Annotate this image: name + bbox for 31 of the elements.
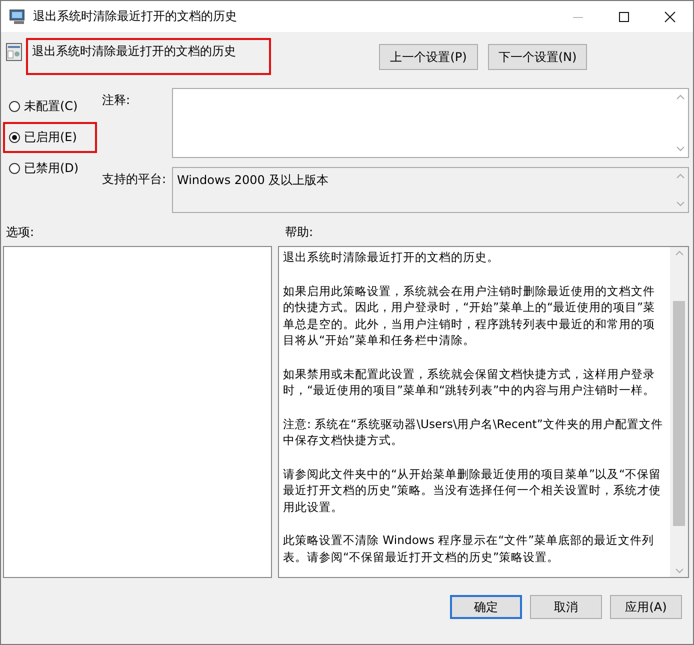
- radio-option[interactable]: 未配置(C): [9, 98, 78, 115]
- pane-label: 选项:: [5, 224, 36, 240]
- nav-button[interactable]: 上一个设置(P): [379, 44, 478, 70]
- scroll-down-icon[interactable]: [676, 146, 684, 152]
- settings-page-icon: [6, 43, 22, 61]
- field-label: 注释:: [101, 92, 132, 109]
- scroll-down-icon[interactable]: [674, 568, 684, 574]
- help-paragraph: 注意: 系统在“系统驱动器\Users\用户名\Recent”文件夹的用户配置文件中保存文档快捷方式。: [283, 416, 664, 448]
- field-label: 支持的平台:: [101, 171, 168, 188]
- platform-field: Windows 2000 及以上版本: [172, 167, 689, 213]
- window-title: 退出系统时清除最近打开的文档的历史: [33, 8, 238, 25]
- scroll-up-icon[interactable]: [676, 94, 684, 100]
- help-paragraph: 请参阅此文件夹中的“从开始菜单删除最近使用的项目菜单”以及“不保留最近打开文档的历史”策略。当没有选择任何一个相关设置时，系统才使用此设置。: [283, 466, 662, 515]
- scroll-up-icon[interactable]: [676, 173, 684, 179]
- scroll-down-icon[interactable]: [676, 201, 684, 207]
- nav-button[interactable]: 下一个设置(N): [488, 44, 587, 70]
- dialog-button[interactable]: 确定: [450, 595, 522, 619]
- setting-title: 退出系统时清除最近打开的文档的历史: [32, 44, 236, 58]
- scroll-up-icon[interactable]: [674, 250, 684, 256]
- help-paragraph: 如果启用此策略设置，系统就会在用户注销时删除最近使用的文档文件的快捷方式。因此，用户登录时，“开始”菜单上的“最近使用的项目”菜单总是空的。此外，当用户注销时，程序跳转列表中最近的和常用的项目将从“开始”菜单和任务栏中清除。: [283, 282, 656, 348]
- dialog-button[interactable]: 取消: [530, 595, 602, 619]
- help-paragraph: 此策略设置不清除 Windows 程序显示在“文件”菜单底部的最近文件列表。请参阅“不保留最近打开文档的历史”策略设置。: [283, 532, 656, 565]
- scrollbar[interactable]: [670, 247, 688, 577]
- radio-option[interactable]: 已禁用(D): [9, 160, 79, 177]
- pane-label: 帮助:: [284, 224, 314, 240]
- dialog-button[interactable]: 应用(A): [610, 595, 682, 619]
- radio-option[interactable]: 已启用(E): [9, 129, 77, 146]
- help-paragraph: 退出系统时清除最近打开的文档的历史。: [283, 249, 500, 266]
- comment-field[interactable]: [172, 88, 689, 158]
- help-paragraph: 如果禁用或未配置此设置，系统就会保留文档快捷方式，这样用户登录时，“最近使用的项目”菜单和“跳转列表”中的内容与用户注销时一样。: [283, 366, 656, 398]
- computer-icon: [9, 8, 27, 24]
